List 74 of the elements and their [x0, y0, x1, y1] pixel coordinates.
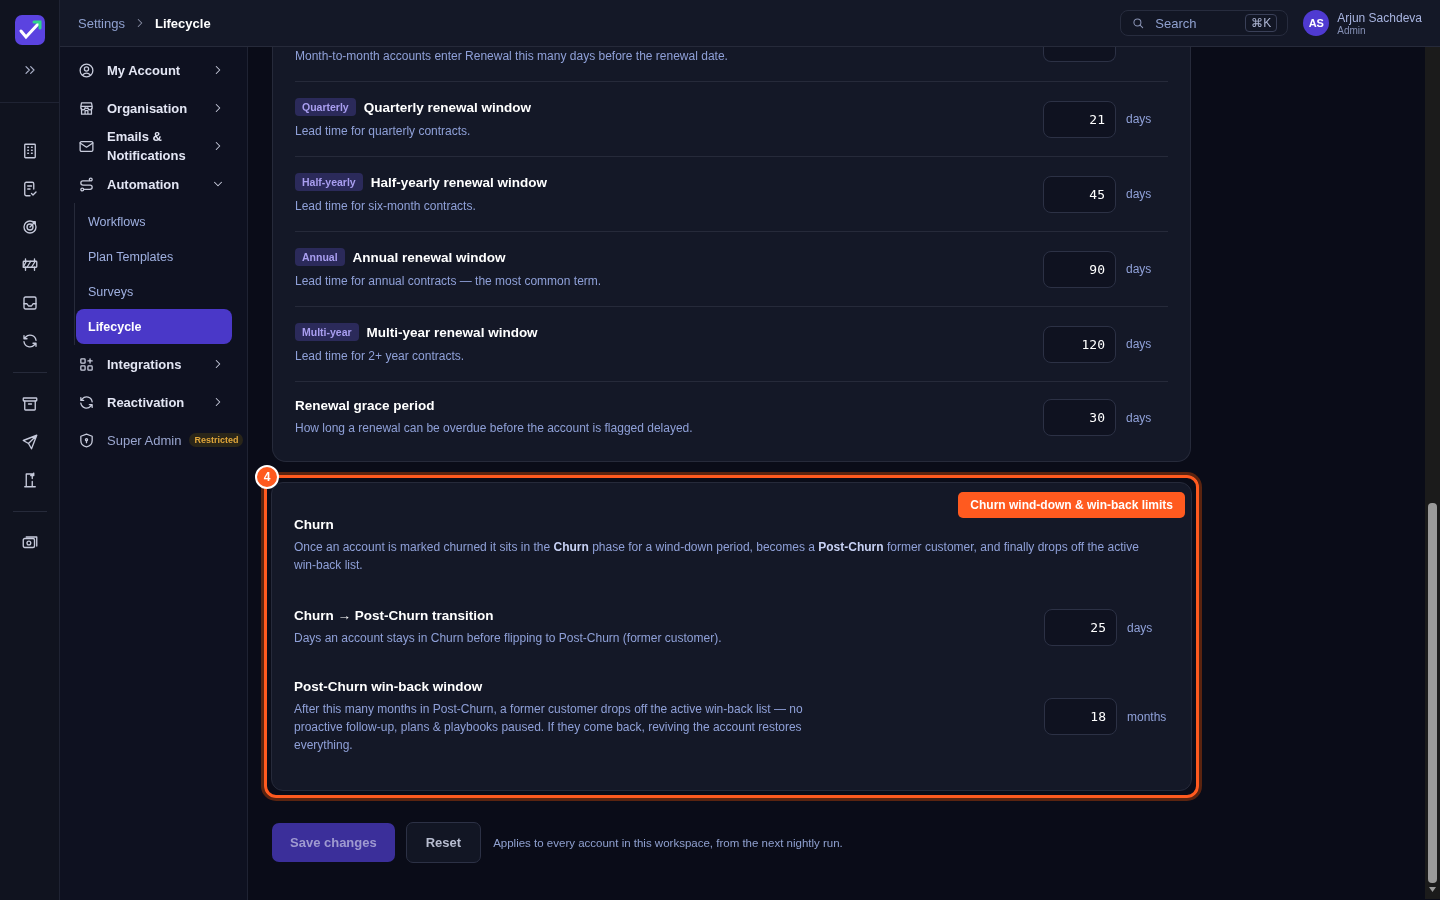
- nav-subitem[interactable]: Surveys: [76, 274, 232, 309]
- setting-title: Post-Churn win-back window: [294, 679, 483, 694]
- archive-icon: [20, 395, 39, 413]
- unit-label: months: [1127, 709, 1168, 724]
- nav-item[interactable]: My Account: [78, 51, 239, 89]
- search-bar[interactable]: Search ⌘K: [1120, 10, 1289, 36]
- number-field[interactable]: 25: [1044, 609, 1117, 646]
- nav-subitem[interactable]: Workflows: [76, 204, 232, 239]
- unit-label: days: [1126, 262, 1153, 276]
- number-field[interactable]: [1043, 47, 1116, 62]
- setting-description: Days an account stays in Churn before flipping to Post-Churn (former customer).: [294, 630, 723, 647]
- number-field[interactable]: 30: [1043, 399, 1116, 436]
- setting-description: Lead time for 2+ year contracts.: [295, 348, 466, 365]
- user-circle-icon: [78, 61, 95, 79]
- footer-note: Applies to every account in this workspace, from the next nightly run.: [493, 836, 843, 849]
- user-role: Admin: [1337, 24, 1367, 36]
- refresh-icon: [78, 393, 95, 411]
- setting-description: Month-to-month accounts enter Renewal this many days before the renewal date.: [295, 48, 729, 65]
- unit-label: days: [1126, 337, 1153, 351]
- unit-label: days: [1126, 187, 1153, 201]
- store-icon: [78, 99, 95, 117]
- nav-item[interactable]: Integrations: [78, 345, 239, 383]
- setting-title: Multi-year renewal window: [366, 324, 538, 340]
- nav-subitem[interactable]: Plan Templates: [76, 239, 232, 274]
- route-icon: [78, 175, 95, 193]
- term-tag: Annual: [295, 248, 345, 266]
- setting-title: Renewal grace period: [295, 398, 435, 413]
- apps-plus-icon: [78, 355, 95, 373]
- setting-title: Quarterly renewal window: [363, 99, 531, 115]
- send-icon: [20, 433, 39, 451]
- shortcut-hint: ⌘K: [1245, 14, 1278, 32]
- number-field[interactable]: 45: [1043, 175, 1116, 213]
- inbox-icon: [20, 294, 39, 312]
- callout-label: Churn wind-down & win-back limits: [958, 492, 1185, 518]
- number-field[interactable]: 18: [1044, 698, 1117, 735]
- search-icon: [1131, 16, 1146, 30]
- term-tag: Quarterly: [295, 98, 356, 116]
- breadcrumb-item[interactable]: Settings: [78, 15, 125, 31]
- setting-title: Churn → Post-Churn transition: [294, 608, 494, 623]
- nav-subitem[interactable]: Lifecycle: [76, 309, 232, 344]
- term-tag: Half-yearly: [295, 173, 363, 191]
- setting-description: After this many months in Post-Churn, a former customer drops off the active win-back list — no proactive follow-up, plans & playbooks paused. If they come back, reviving the account restores everything.: [294, 701, 804, 754]
- unit-label: days: [1126, 410, 1153, 425]
- search-field[interactable]: Search: [1153, 14, 1238, 32]
- refresh-icon: [20, 332, 39, 350]
- section-title: Churn: [294, 517, 334, 532]
- target-icon: [20, 218, 39, 236]
- term-tag: Multi-year: [295, 323, 359, 341]
- section-description: Once an account is marked churned it sits in the Churn phase for a wind-down period, becomes a Post-Churn former customer, and finally drops off the active win-back list.: [294, 539, 1140, 574]
- number-field[interactable]: 120: [1043, 325, 1116, 363]
- setting-description: How long a renewal can be overdue before the account is flagged delayed.: [295, 420, 694, 437]
- nav-item[interactable]: Automation: [78, 165, 239, 203]
- setting-description: Lead time for six-month contracts.: [295, 198, 477, 215]
- unit-label: days: [1127, 620, 1154, 635]
- number-field[interactable]: 21: [1043, 100, 1116, 138]
- user-avatar[interactable]: AS: [1303, 10, 1330, 36]
- nav-item[interactable]: Organisation: [78, 89, 239, 127]
- nav-item[interactable]: Reactivation: [78, 383, 239, 421]
- setting-title: Half-yearly renewal window: [370, 174, 547, 190]
- setting-title: Annual renewal window: [352, 249, 506, 265]
- step-badge: 4: [255, 465, 279, 489]
- nav-item[interactable]: Emails & Notifications: [78, 127, 239, 165]
- setting-description: Lead time for quarterly contracts.: [295, 123, 472, 140]
- restricted-badge: Restricted: [189, 433, 244, 447]
- number-field[interactable]: 90: [1043, 250, 1116, 288]
- breadcrumb-item: Lifecycle: [155, 15, 211, 31]
- unit-label: days: [1126, 112, 1153, 126]
- reset-button[interactable]: Reset: [405, 822, 482, 863]
- logo[interactable]: [14, 15, 45, 45]
- user-name: Arjun Sachdeva: [1337, 10, 1422, 25]
- setting-description: Lead time for annual contracts — the most common term.: [295, 273, 603, 290]
- barrier-icon: [20, 256, 39, 274]
- shield-icon: [78, 431, 95, 449]
- nav-item[interactable]: Super Admin Restricted: [78, 421, 244, 459]
